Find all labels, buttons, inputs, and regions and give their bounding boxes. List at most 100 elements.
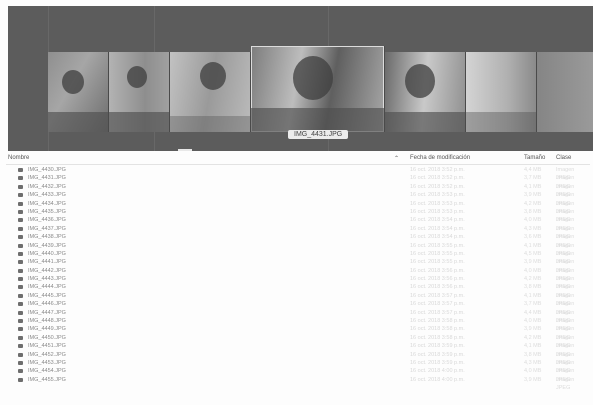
- jpeg-file-icon: [18, 168, 23, 172]
- file-date: 16 oct. 2018 3:57 p.m.: [410, 309, 465, 316]
- jpeg-file-icon: [18, 226, 23, 231]
- photo-thumbnail[interactable]: [48, 52, 109, 132]
- photo-thumbnail[interactable]: [385, 52, 466, 132]
- jpeg-file-icon: [18, 335, 23, 340]
- file-name: IMG_4437.JPG: [28, 225, 66, 232]
- file-row[interactable]: IMG_4441.JPG 16 oct. 2018 3:55 p.m. 3,9 MB…: [6, 258, 590, 274]
- file-name: IMG_4445.JPG: [28, 292, 66, 299]
- photo-thumbnail[interactable]: [109, 52, 170, 132]
- file-name: IMG_4441.JPG: [28, 259, 66, 266]
- file-date: 16 oct. 2018 3:55 p.m.: [410, 250, 465, 257]
- file-row[interactable]: IMG_4444.JPG 16 oct. 2018 3:56 p.m. 3,8 MB…: [6, 283, 590, 299]
- column-header-size[interactable]: Tamaño: [524, 155, 545, 161]
- file-name: IMG_4430.JPG: [28, 167, 66, 173]
- file-date: 16 oct. 2018 3:58 p.m.: [410, 318, 465, 325]
- column-header-name[interactable]: Nombre: [8, 155, 29, 161]
- file-size: 4,3 MB: [524, 225, 542, 232]
- file-name: IMG_4436.JPG: [28, 217, 66, 224]
- column-header-kind[interactable]: Clase: [556, 155, 571, 161]
- jpeg-file-icon: [18, 184, 23, 189]
- file-name: IMG_4438.JPG: [28, 234, 66, 241]
- file-date: 16 oct. 2018 3:59 p.m.: [410, 351, 465, 358]
- jpeg-file-icon: [18, 268, 23, 273]
- file-list-header: Nombre ⌃ Fecha de modificación Tamaño Cl…: [6, 154, 590, 165]
- file-row[interactable]: IMG_4449.JPG 16 oct. 2018 3:58 p.m. 3,9 MB…: [6, 325, 590, 341]
- jpeg-file-icon: [18, 319, 23, 324]
- file-date: 16 oct. 2018 3:59 p.m.: [410, 343, 465, 350]
- file-size: 4,2 MB: [524, 334, 542, 341]
- file-date: 16 oct. 2018 3:55 p.m.: [410, 242, 465, 249]
- file-row[interactable]: IMG_4446.JPG 16 oct. 2018 3:57 p.m. 3,7 MB…: [6, 300, 590, 316]
- file-size: 4,0 MB: [524, 267, 542, 274]
- file-date: 16 oct. 2018 3:59 p.m.: [410, 359, 465, 366]
- file-size: 4,1 MB: [524, 343, 542, 350]
- jpeg-file-icon: [18, 344, 23, 349]
- file-size: 3,8 MB: [524, 284, 542, 291]
- file-row[interactable]: IMG_4430.JPG 16 oct. 2018 3:52 p.m. 4,4 MB…: [6, 166, 590, 181]
- file-date: 16 oct. 2018 3:56 p.m.: [410, 284, 465, 291]
- file-row[interactable]: IMG_4453.JPG 16 oct. 2018 3:59 p.m. 4,3 MB…: [6, 359, 590, 374]
- file-row[interactable]: IMG_4435.JPG 16 oct. 2018 3:53 p.m. 3,8 MB…: [6, 208, 590, 223]
- file-size: 4,0 MB: [524, 368, 542, 375]
- file-row[interactable]: IMG_4434.JPG 16 oct. 2018 3:53 p.m. 4,2 MB…: [6, 200, 590, 215]
- file-row[interactable]: IMG_4454.JPG 16 oct. 2018 4:00 p.m. 4,0 MB…: [6, 367, 590, 383]
- file-kind: Imagen JPEG: [556, 376, 575, 392]
- file-size: 4,1 MB: [524, 242, 542, 249]
- file-row[interactable]: IMG_4451.JPG 16 oct. 2018 3:59 p.m. 4,1 MB…: [6, 342, 590, 358]
- jpeg-file-icon: [18, 277, 23, 282]
- file-date: 16 oct. 2018 3:54 p.m.: [410, 234, 465, 241]
- file-date: 16 oct. 2018 3:58 p.m.: [410, 326, 465, 333]
- file-row[interactable]: IMG_4437.JPG 16 oct. 2018 3:54 p.m. 4,3 MB…: [6, 225, 590, 240]
- file-row[interactable]: IMG_4436.JPG 16 oct. 2018 3:54 p.m. 4,0 MB…: [6, 216, 590, 232]
- jpeg-file-icon: [18, 369, 23, 374]
- file-size: 3,9 MB: [524, 259, 542, 266]
- jpeg-file-icon: [18, 218, 23, 223]
- file-name: IMG_4443.JPG: [28, 276, 66, 283]
- file-date: 16 oct. 2018 3:54 p.m.: [410, 217, 465, 224]
- file-row[interactable]: IMG_4431.JPG 16 oct. 2018 3:52 p.m. 3,7 MB…: [6, 174, 590, 190]
- file-row[interactable]: IMG_4442.JPG 16 oct. 2018 3:56 p.m. 4,0 MB…: [6, 267, 590, 282]
- jpeg-file-icon: [18, 193, 23, 198]
- file-name: IMG_4448.JPG: [28, 318, 66, 325]
- photo-thumbnail[interactable]: [170, 52, 251, 132]
- file-size: 4,1 MB: [524, 183, 542, 190]
- column-header-date[interactable]: Fecha de modificación: [410, 155, 470, 161]
- file-size: 4,4 MB: [524, 167, 542, 173]
- file-row[interactable]: IMG_4432.JPG 16 oct. 2018 3:52 p.m. 4,1 MB…: [6, 183, 590, 198]
- file-size: 3,9 MB: [524, 326, 542, 333]
- selected-photo-thumbnail[interactable]: [251, 46, 385, 132]
- file-name: IMG_4447.JPG: [28, 309, 66, 316]
- file-row[interactable]: IMG_4439.JPG 16 oct. 2018 3:55 p.m. 4,1 MB…: [6, 242, 590, 257]
- file-date: 16 oct. 2018 3:52 p.m.: [410, 167, 465, 173]
- file-row[interactable]: IMG_4452.JPG 16 oct. 2018 3:59 p.m. 3,8 MB…: [6, 351, 590, 366]
- file-row[interactable]: IMG_4438.JPG 16 oct. 2018 3:54 p.m. 3,6 MB…: [6, 233, 590, 249]
- file-row[interactable]: IMG_4433.JPG 16 oct. 2018 3:53 p.m. 3,9 MB…: [6, 191, 590, 207]
- file-size: 4,0 MB: [524, 318, 542, 325]
- file-size: 3,6 MB: [524, 234, 542, 241]
- file-row[interactable]: IMG_4445.JPG 16 oct. 2018 3:57 p.m. 4,1 MB…: [6, 292, 590, 307]
- selected-file-caption: IMG_4431.JPG: [288, 130, 349, 139]
- jpeg-file-icon: [18, 201, 23, 206]
- file-size: 3,9 MB: [524, 192, 542, 199]
- file-date: 16 oct. 2018 3:57 p.m.: [410, 292, 465, 299]
- file-name: IMG_4431.JPG: [28, 175, 66, 182]
- photo-thumbnail[interactable]: [537, 52, 593, 132]
- file-date: 16 oct. 2018 3:52 p.m.: [410, 175, 465, 182]
- jpeg-file-icon: [18, 235, 23, 240]
- jpeg-file-icon: [18, 377, 23, 382]
- file-row[interactable]: IMG_4450.JPG 16 oct. 2018 3:58 p.m. 4,2 MB…: [6, 334, 590, 349]
- file-row[interactable]: IMG_4443.JPG 16 oct. 2018 3:56 p.m. 4,2 MB…: [6, 275, 590, 290]
- file-name: IMG_4442.JPG: [28, 267, 66, 274]
- file-name: IMG_4439.JPG: [28, 242, 66, 249]
- file-size: 3,7 MB: [524, 301, 542, 308]
- file-name: IMG_4454.JPG: [28, 368, 66, 375]
- file-row[interactable]: IMG_4447.JPG 16 oct. 2018 3:57 p.m. 4,4 MB…: [6, 309, 590, 324]
- photo-thumbnail[interactable]: [466, 52, 537, 132]
- file-row[interactable]: IMG_4455.JPG 16 oct. 2018 4:00 p.m. 3,9 MB…: [6, 376, 590, 391]
- file-size: 3,8 MB: [524, 208, 542, 215]
- file-date: 16 oct. 2018 3:53 p.m.: [410, 200, 465, 207]
- jpeg-file-icon: [18, 251, 23, 256]
- cover-flow-scroll-indicator[interactable]: [178, 149, 192, 151]
- file-row[interactable]: IMG_4448.JPG 16 oct. 2018 3:58 p.m. 4,0 MB…: [6, 317, 590, 332]
- file-row[interactable]: IMG_4440.JPG 16 oct. 2018 3:55 p.m. 4,5 MB…: [6, 250, 590, 265]
